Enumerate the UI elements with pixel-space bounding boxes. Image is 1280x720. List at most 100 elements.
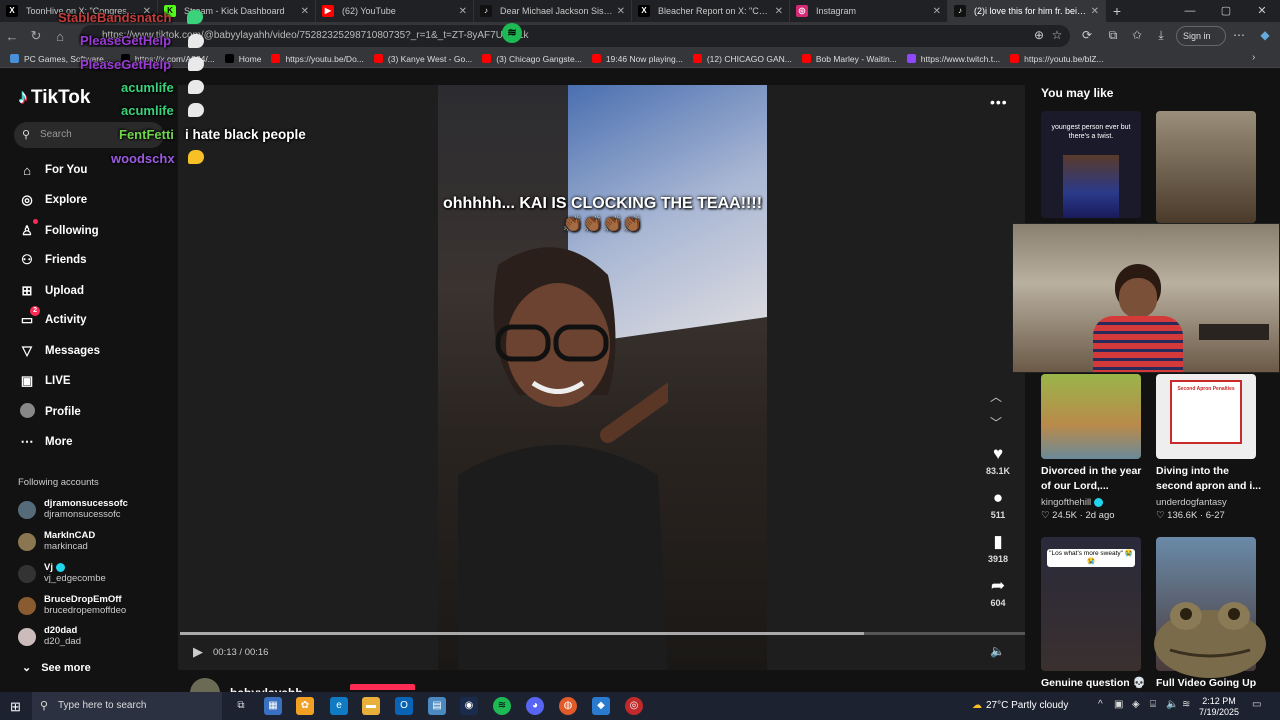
- close-icon[interactable]: ✕: [775, 6, 783, 17]
- address-bar[interactable]: https://www.tiktok.com/@babyylayahh/vide…: [80, 25, 1070, 47]
- split-icon[interactable]: ⧉: [1106, 28, 1120, 42]
- account-item[interactable]: d20dad d20_dad: [18, 625, 81, 648]
- store-icon[interactable]: ▦: [264, 697, 282, 715]
- nav-profile[interactable]: Profile: [18, 402, 81, 422]
- recommendation-thumb-0[interactable]: youngest person ever but there's a twist…: [1041, 111, 1141, 218]
- tab-4[interactable]: X Bleacher Report on X: "Caitlin Cla ✕: [632, 0, 790, 22]
- recommendation-thumb-1[interactable]: [1156, 111, 1256, 223]
- tab-2[interactable]: ▶ (62) YouTube ✕: [316, 0, 474, 22]
- video-progress-bar[interactable]: [180, 632, 1025, 635]
- steam-icon[interactable]: ◉: [460, 697, 478, 715]
- next-video-icon[interactable]: ﹀: [990, 414, 1002, 431]
- extensions-icon[interactable]: ⟳: [1080, 28, 1094, 42]
- close-icon[interactable]: ✕: [459, 6, 467, 17]
- windows-start-icon[interactable]: ⊞: [10, 699, 21, 715]
- bookmark-9[interactable]: https://www.twitch.t...: [906, 54, 1000, 64]
- obs-icon[interactable]: ◍: [559, 697, 577, 715]
- nav-friends[interactable]: ⚇ Friends: [18, 250, 86, 270]
- wifi-icon[interactable]: ≋: [1182, 699, 1190, 710]
- reload-icon[interactable]: ↻: [24, 28, 48, 44]
- close-window-icon[interactable]: ✕: [1244, 0, 1280, 22]
- photos-icon[interactable]: ✿: [296, 697, 314, 715]
- recommendation-title[interactable]: Diving into the second apron and i...: [1156, 464, 1264, 494]
- gallery-icon[interactable]: ▤: [428, 697, 446, 715]
- share-button[interactable]: ➦ 604: [984, 576, 1012, 608]
- bookmark-7[interactable]: (12) CHICAGO GAN...: [692, 54, 792, 64]
- app-icon[interactable]: ◎: [625, 697, 643, 715]
- nav-upload[interactable]: ⊞ Upload: [18, 281, 84, 301]
- nav-messages[interactable]: ▽ Messages: [18, 341, 100, 361]
- recommendation-author[interactable]: underdogfantasy: [1156, 497, 1227, 508]
- network-icon[interactable]: ⌸: [1150, 699, 1156, 710]
- tray-app-icon[interactable]: ▣: [1114, 699, 1123, 710]
- account-item[interactable]: Vj vj_edgecombe: [18, 562, 106, 585]
- bookmark-4[interactable]: (3) Kanye West - Go...: [373, 54, 472, 64]
- notifications-icon[interactable]: ▭: [1252, 699, 1261, 710]
- close-icon[interactable]: ✕: [617, 6, 625, 17]
- outlook-icon[interactable]: O: [395, 697, 413, 715]
- volume-icon[interactable]: 🔈: [1166, 699, 1178, 710]
- account-item[interactable]: BruceDropEmOff brucedropemoffdeo: [18, 594, 126, 617]
- account-item[interactable]: MarkInCAD markincad: [18, 530, 95, 553]
- follow-button[interactable]: [350, 684, 415, 690]
- play-icon[interactable]: ▶: [193, 644, 203, 660]
- download-icon[interactable]: ⤓: [1154, 28, 1168, 42]
- video-frame[interactable]: [438, 85, 767, 670]
- back-icon[interactable]: ←: [0, 29, 24, 44]
- nav-live[interactable]: ▣ LIVE: [18, 371, 71, 391]
- star-icon[interactable]: ☆: [1050, 28, 1064, 42]
- tab-3[interactable]: ♪ Dear Michael Jackson Sister ♥ ✕: [474, 0, 632, 22]
- recommendation-thumb-4[interactable]: "Los what's more sweaty" 😭😭: [1041, 537, 1141, 671]
- task-view-icon[interactable]: ⧉: [232, 697, 250, 715]
- taskbar-clock[interactable]: 2:12 PM 7/19/2025: [1198, 696, 1240, 718]
- recommendation-title[interactable]: Divorced in the year of our Lord,...: [1041, 464, 1149, 494]
- app-icon[interactable]: ◆: [592, 697, 610, 715]
- favorites-icon[interactable]: ✩: [1130, 28, 1144, 42]
- discord-icon[interactable]: ◕: [526, 697, 544, 715]
- maximize-icon[interactable]: ▢: [1208, 0, 1244, 22]
- close-icon[interactable]: ✕: [301, 6, 309, 17]
- tab-5[interactable]: ◎ Instagram ✕: [790, 0, 948, 22]
- comment-button[interactable]: ● 511: [984, 488, 1012, 520]
- tab-1[interactable]: K Stream - Kick Dashboard ✕: [158, 0, 316, 22]
- tab-6[interactable]: ♪ (2)i love this for him fr. being ho ✕: [948, 0, 1106, 22]
- taskbar-search-input[interactable]: ⚲ Type here to search: [32, 692, 222, 720]
- close-icon[interactable]: ✕: [933, 6, 941, 17]
- recommendation-author[interactable]: kingofthehill: [1041, 497, 1104, 508]
- zoom-icon[interactable]: ⊕: [1032, 28, 1046, 42]
- minimize-icon[interactable]: —: [1172, 0, 1208, 22]
- bookmark-8[interactable]: Bob Marley - Waitin...: [801, 54, 897, 64]
- bookmark-6[interactable]: 19:46 Now playing...: [591, 54, 683, 64]
- new-tab-button[interactable]: +: [1106, 3, 1128, 19]
- tray-app-icon[interactable]: ◈: [1132, 699, 1140, 710]
- tray-chevron-icon[interactable]: ^: [1098, 699, 1103, 710]
- spotify-icon[interactable]: ≋: [493, 697, 511, 715]
- see-more-button[interactable]: ⌄ See more: [22, 661, 91, 674]
- nav-more[interactable]: ⋯ More: [18, 432, 73, 452]
- recommendation-thumb-3[interactable]: Second Apron Penalties: [1156, 374, 1256, 459]
- like-button[interactable]: ♥ 83.1K: [984, 444, 1012, 476]
- home-icon[interactable]: ⌂: [48, 29, 72, 44]
- tiktok-logo[interactable]: ♪ TikTok: [18, 86, 90, 109]
- save-button[interactable]: ▮ 3918: [984, 532, 1012, 564]
- volume-icon[interactable]: 🔈: [990, 644, 1005, 658]
- bookmark-10[interactable]: https://youtu.be/blZ...: [1010, 54, 1104, 64]
- nav-following[interactable]: ♙ Following: [18, 219, 99, 241]
- bookmark-3[interactable]: https://youtu.be/Do...: [271, 54, 364, 64]
- menu-icon[interactable]: ⋯: [1232, 28, 1246, 42]
- nav-for-you[interactable]: ⌂ For You: [18, 160, 87, 180]
- nav-activity[interactable]: ▭ 2 Activity: [18, 306, 87, 330]
- sign-in-button[interactable]: Sign in: [1176, 26, 1226, 46]
- previous-video-icon[interactable]: ︿: [990, 388, 1002, 405]
- bookmark-5[interactable]: (3) Chicago Gangste...: [482, 54, 582, 64]
- bookmark-2[interactable]: Home: [224, 54, 261, 64]
- recommendation-title[interactable]: Genuine question 💀: [1041, 676, 1149, 691]
- edge-icon[interactable]: e: [330, 697, 348, 715]
- file-explorer-icon[interactable]: ▬: [362, 697, 380, 715]
- close-icon[interactable]: ✕: [1091, 6, 1099, 17]
- copilot-icon[interactable]: ◆: [1258, 28, 1272, 42]
- recommendation-thumb-2[interactable]: [1041, 374, 1141, 459]
- chevron-right-icon[interactable]: ›: [1252, 52, 1255, 63]
- nav-explore[interactable]: ◎ Explore: [18, 190, 87, 210]
- more-options-icon[interactable]: •••: [990, 94, 1008, 110]
